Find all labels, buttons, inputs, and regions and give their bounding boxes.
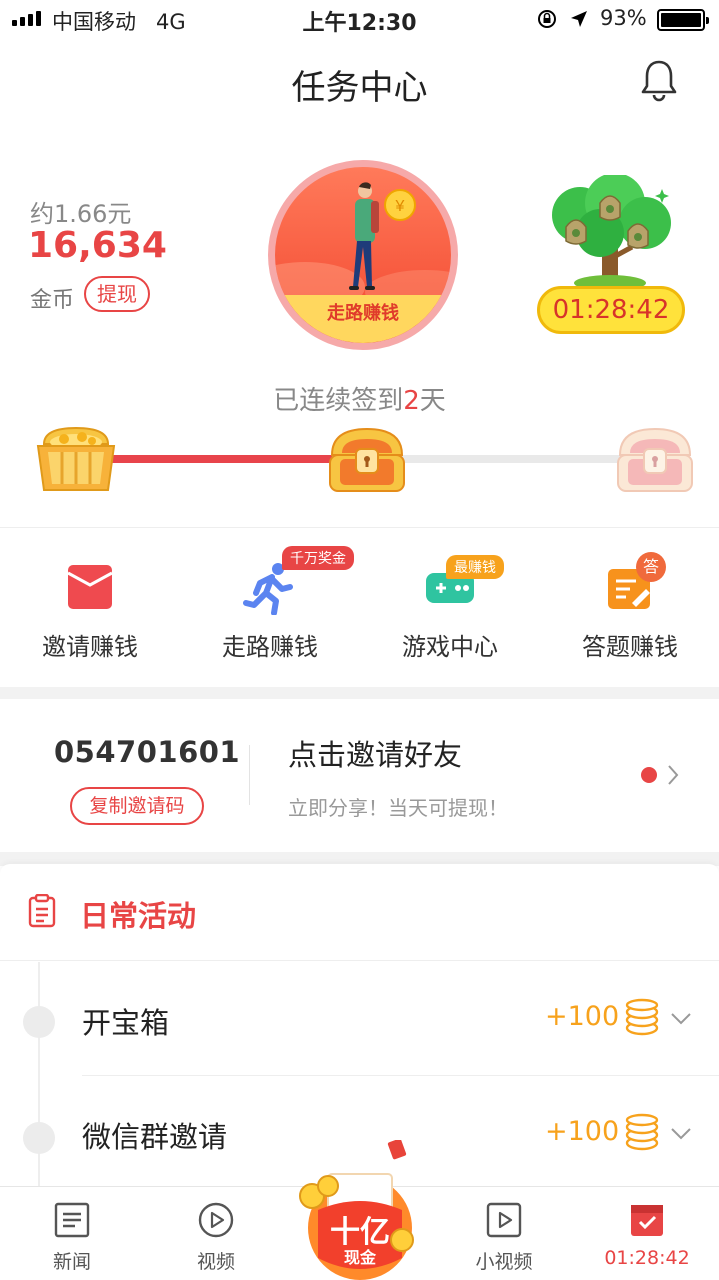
red-envelope-icon [67, 565, 113, 609]
walk-earn-promo[interactable]: ¥ 走路赚钱 [268, 160, 458, 350]
locked-chest-current-icon[interactable] [326, 425, 408, 495]
tab-news-label: 新闻 [52, 1251, 91, 1273]
coins-balance: 16,634 [28, 225, 167, 266]
cash-label: 现金 [343, 1248, 376, 1267]
signin-days: 2 [403, 386, 420, 416]
tab-video[interactable]: 视频 [144, 1187, 288, 1280]
status-bar: 中国移动 4G 上午12:30 93% [0, 0, 719, 40]
battery-icon [657, 9, 709, 31]
video-icon [198, 1202, 234, 1238]
task-icon [631, 1205, 663, 1236]
invite-separator [249, 745, 250, 805]
signin-progress-filled [112, 455, 332, 463]
divider [0, 527, 719, 528]
short-video-icon [486, 1202, 522, 1238]
invite-friends-title[interactable]: 点击邀请好友 [288, 732, 462, 774]
open-chest-icon[interactable] [34, 422, 118, 494]
coin-stack-icon [625, 998, 659, 1036]
task-reward: +100 [545, 1001, 620, 1032]
tab-short-video-label: 小视频 [475, 1251, 533, 1273]
copy-invite-code-button[interactable]: 复制邀请码 [70, 787, 204, 825]
quick-walk-label: 走路赚钱 [222, 633, 318, 661]
tab-news[interactable]: 新闻 [0, 1187, 144, 1280]
task-wechat-group-invite[interactable]: 微信群邀请 [82, 1114, 227, 1156]
tab-tasks[interactable]: 01:28:42 [575, 1187, 719, 1280]
timeline-dot [23, 1122, 55, 1154]
invite-friends-subtitle: 立即分享！当天可提现！ [288, 796, 508, 820]
tab-video-label: 视频 [196, 1251, 235, 1273]
chevron-down-icon[interactable] [670, 1012, 692, 1026]
coins-approx-value: 约1.66元 [30, 200, 132, 228]
billion-cash-button[interactable]: 十亿 现金 [298, 1138, 422, 1280]
money-tree-timer[interactable]: 01:28:42 [537, 286, 685, 334]
quick-invite-label: 邀请赚钱 [42, 633, 138, 661]
quick-game-label: 游戏中心 [402, 633, 498, 661]
signin-progress-empty [400, 455, 622, 463]
news-icon [54, 1202, 90, 1238]
location-icon [571, 11, 587, 27]
walk-badge: 千万奖金 [282, 546, 354, 570]
chevron-right-icon[interactable] [666, 763, 680, 787]
page-title: 任务中心 [291, 68, 428, 108]
timeline-dot [23, 1006, 55, 1038]
quick-game-center[interactable]: 最赚钱 游戏中心 [360, 545, 540, 665]
bell-icon[interactable] [638, 58, 680, 102]
notification-dot [641, 767, 657, 783]
invite-code: 054701601 [54, 735, 241, 769]
withdraw-button[interactable]: 提现 [84, 276, 150, 312]
coins-label: 金币 [30, 288, 75, 313]
battery-percent: 93% [600, 6, 647, 30]
task-open-chest[interactable]: 开宝箱 [82, 1000, 169, 1042]
quick-walk-earn[interactable]: 千万奖金 走路赚钱 [180, 545, 360, 665]
timeline-line [38, 962, 40, 1192]
quick-invite-earn[interactable]: 邀请赚钱 [0, 545, 180, 665]
tab-tasks-label: 01:28:42 [604, 1247, 690, 1269]
task-reward: +100 [545, 1116, 620, 1147]
chevron-down-icon[interactable] [670, 1127, 692, 1141]
coin-stack-icon [625, 1113, 659, 1151]
section-gap [0, 687, 719, 699]
walk-promo-label: 走路赚钱 [275, 295, 451, 343]
nav-bar: 任务中心 [0, 40, 719, 126]
game-badge: 最赚钱 [446, 555, 504, 579]
quiz-badge: 答 [636, 552, 666, 582]
divider [82, 1075, 719, 1076]
tab-short-video[interactable]: 小视频 [432, 1187, 576, 1280]
rotation-lock-icon [538, 10, 556, 28]
quick-quiz-earn[interactable]: 答 答题赚钱 [540, 545, 719, 665]
divider [0, 960, 719, 961]
daily-activities-title: 日常活动 [80, 899, 197, 933]
quick-quiz-label: 答题赚钱 [582, 633, 678, 661]
clipboard-icon [28, 894, 56, 928]
money-tree-icon[interactable] [540, 175, 680, 295]
signin-streak-text: 已连续签到2天 [273, 386, 446, 416]
locked-chest-future-icon[interactable] [614, 425, 696, 495]
svg-text:¥: ¥ [395, 198, 405, 215]
